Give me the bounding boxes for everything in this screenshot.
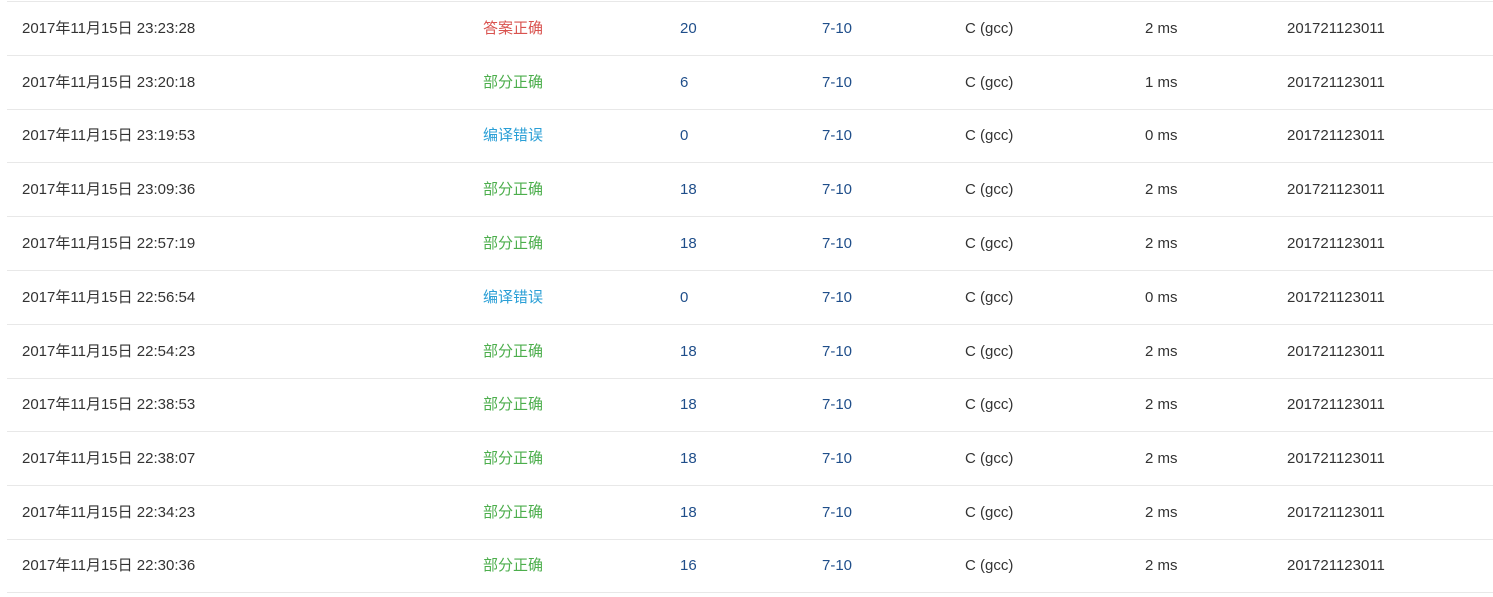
score-link[interactable]: 18 (680, 432, 697, 485)
problem-link[interactable]: 7-10 (822, 163, 852, 216)
time-cost: 2 ms (1145, 235, 1178, 253)
submit-time: 2017年11月15日 22:56:54 (22, 288, 196, 306)
status-link[interactable]: 部分正确 (483, 325, 543, 378)
problem-link[interactable]: 7-10 (822, 486, 852, 539)
submit-time: 2017年11月15日 23:23:28 (22, 19, 196, 37)
compiler-label: C (gcc) (965, 450, 1014, 468)
score-link[interactable]: 18 (680, 379, 697, 432)
status-link[interactable]: 部分正确 (483, 163, 543, 216)
submit-time: 2017年11月15日 22:38:07 (22, 450, 196, 468)
table-row: 2017年11月15日 22:34:23 部分正确 18 7-10 C (gcc… (7, 485, 1493, 539)
status-link[interactable]: 部分正确 (483, 486, 543, 539)
table-row: 2017年11月15日 22:30:36 部分正确 16 7-10 C (gcc… (7, 538, 1493, 593)
status-link[interactable]: 答案正确 (483, 2, 543, 55)
user-id: 201721123011 (1287, 181, 1385, 199)
problem-link[interactable]: 7-10 (822, 540, 852, 592)
table-row: 2017年11月15日 22:38:07 部分正确 18 7-10 C (gcc… (7, 431, 1493, 485)
score-link[interactable]: 0 (680, 110, 688, 163)
score-link[interactable]: 16 (680, 540, 697, 592)
problem-link[interactable]: 7-10 (822, 379, 852, 432)
user-id: 201721123011 (1287, 73, 1385, 91)
time-cost: 1 ms (1145, 73, 1178, 91)
table-row: 2017年11月15日 22:56:54 编译错误 0 7-10 C (gcc)… (7, 269, 1493, 324)
status-link[interactable]: 部分正确 (483, 217, 543, 270)
score-link[interactable]: 0 (680, 271, 688, 324)
table-row: 2017年11月15日 22:54:23 部分正确 18 7-10 C (gcc… (7, 323, 1493, 378)
submit-time: 2017年11月15日 23:20:18 (22, 73, 196, 91)
table-row: 2017年11月15日 23:20:18 部分正确 6 7-10 C (gcc)… (7, 54, 1493, 109)
submit-time: 2017年11月15日 22:38:53 (22, 396, 196, 414)
user-id: 201721123011 (1287, 235, 1385, 253)
time-cost: 2 ms (1145, 504, 1178, 522)
user-id: 201721123011 (1287, 127, 1385, 145)
time-cost: 2 ms (1145, 396, 1178, 414)
status-link[interactable]: 部分正确 (483, 540, 543, 592)
compiler-label: C (gcc) (965, 557, 1014, 575)
time-cost: 0 ms (1145, 288, 1178, 306)
compiler-label: C (gcc) (965, 504, 1014, 522)
score-link[interactable]: 18 (680, 217, 697, 270)
status-link[interactable]: 编译错误 (483, 271, 543, 324)
submit-time: 2017年11月15日 22:30:36 (22, 557, 196, 575)
score-link[interactable]: 18 (680, 163, 697, 216)
table-row: 2017年11月15日 23:19:53 编译错误 0 7-10 C (gcc)… (7, 108, 1493, 163)
time-cost: 2 ms (1145, 342, 1178, 360)
table-row: 2017年11月15日 23:23:28 答案正确 20 7-10 C (gcc… (7, 1, 1493, 55)
user-id: 201721123011 (1287, 504, 1385, 522)
compiler-label: C (gcc) (965, 342, 1014, 360)
compiler-label: C (gcc) (965, 73, 1014, 91)
compiler-label: C (gcc) (965, 181, 1014, 199)
user-id: 201721123011 (1287, 396, 1385, 414)
table-row: 2017年11月15日 23:09:36 部分正确 18 7-10 C (gcc… (7, 162, 1493, 216)
compiler-label: C (gcc) (965, 235, 1014, 253)
score-link[interactable]: 18 (680, 486, 697, 539)
user-id: 201721123011 (1287, 342, 1385, 360)
submit-time: 2017年11月15日 22:54:23 (22, 342, 196, 360)
table-row: 2017年11月15日 22:38:53 部分正确 18 7-10 C (gcc… (7, 377, 1493, 432)
score-link[interactable]: 20 (680, 2, 697, 55)
problem-link[interactable]: 7-10 (822, 432, 852, 485)
submit-time: 2017年11月15日 23:09:36 (22, 181, 196, 199)
problem-link[interactable]: 7-10 (822, 271, 852, 324)
time-cost: 2 ms (1145, 19, 1178, 37)
compiler-label: C (gcc) (965, 19, 1014, 37)
submit-time: 2017年11月15日 22:34:23 (22, 504, 196, 522)
compiler-label: C (gcc) (965, 127, 1014, 145)
submit-time: 2017年11月15日 23:19:53 (22, 127, 196, 145)
status-link[interactable]: 部分正确 (483, 379, 543, 432)
user-id: 201721123011 (1287, 557, 1385, 575)
problem-link[interactable]: 7-10 (822, 110, 852, 163)
score-link[interactable]: 18 (680, 325, 697, 378)
compiler-label: C (gcc) (965, 396, 1014, 414)
status-link[interactable]: 部分正确 (483, 56, 543, 109)
user-id: 201721123011 (1287, 288, 1385, 306)
user-id: 201721123011 (1287, 450, 1385, 468)
time-cost: 0 ms (1145, 127, 1178, 145)
problem-link[interactable]: 7-10 (822, 217, 852, 270)
time-cost: 2 ms (1145, 557, 1178, 575)
status-link[interactable]: 部分正确 (483, 432, 543, 485)
problem-link[interactable]: 7-10 (822, 56, 852, 109)
problem-link[interactable]: 7-10 (822, 2, 852, 55)
user-id: 201721123011 (1287, 19, 1385, 37)
submit-time: 2017年11月15日 22:57:19 (22, 235, 196, 253)
compiler-label: C (gcc) (965, 288, 1014, 306)
status-link[interactable]: 编译错误 (483, 110, 543, 163)
time-cost: 2 ms (1145, 181, 1178, 199)
submissions-table: 2017年11月15日 23:23:28 答案正确 20 7-10 C (gcc… (7, 1, 1493, 593)
table-row: 2017年11月15日 22:57:19 部分正确 18 7-10 C (gcc… (7, 216, 1493, 270)
score-link[interactable]: 6 (680, 56, 688, 109)
problem-link[interactable]: 7-10 (822, 325, 852, 378)
time-cost: 2 ms (1145, 450, 1178, 468)
